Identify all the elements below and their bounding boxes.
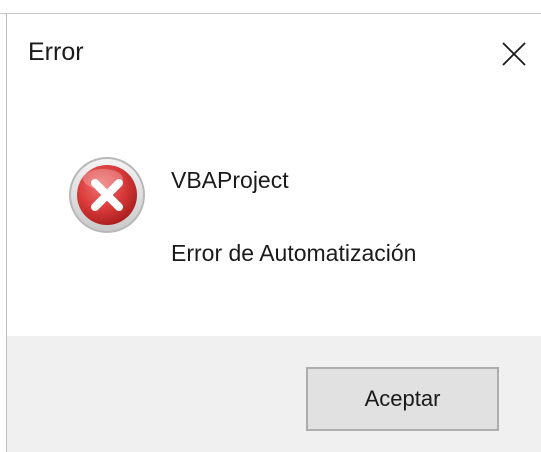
error-message-text: Error de Automatización: [171, 240, 417, 266]
app-name-text: VBAProject: [171, 167, 289, 193]
title-bar: Error: [7, 14, 541, 90]
close-icon: [502, 42, 526, 66]
close-button[interactable]: [496, 36, 532, 72]
ok-button[interactable]: Aceptar: [306, 367, 499, 431]
button-bar: Aceptar: [7, 336, 541, 452]
error-dialog: Error VBAProject Error de Automatización…: [6, 14, 541, 452]
error-icon: [69, 157, 145, 233]
dialog-title: Error: [28, 38, 84, 66]
window-top-edge: [0, 0, 541, 14]
dialog-content: VBAProject Error de Automatización: [7, 90, 541, 336]
